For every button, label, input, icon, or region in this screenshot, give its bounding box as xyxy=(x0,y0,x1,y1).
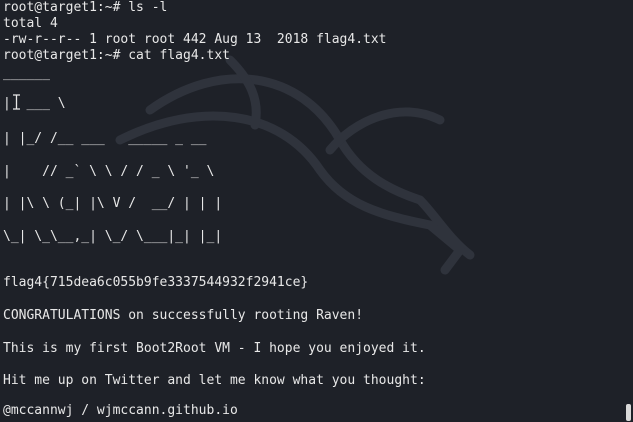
twitter-text: Hit me up on Twitter and let me know wha… xyxy=(3,373,426,388)
prompt-ls-command: root@target1:~# ls -l xyxy=(3,0,168,15)
ascii-art-line-1: ______ xyxy=(3,66,50,81)
ascii-art-line-5: | |\ \ (_| |\ V / __/ | | | xyxy=(3,196,223,211)
congratulations-text: CONGRATULATIONS on successfully rooting … xyxy=(3,308,364,323)
first-vm-text: This is my first Boot2Root VM - I hope y… xyxy=(3,341,426,356)
flag-text: flag4{715dea6c055b9fe3337544932f2941ce} xyxy=(3,275,309,290)
text-cursor-icon xyxy=(13,94,20,110)
ascii-art-line-4: | // _` \ \ / / _ \ '_ \ xyxy=(3,164,215,179)
contact-handle-text: @mccannwj / wjmccann.github.io xyxy=(3,403,238,418)
output-file-listing: -rw-r--r-- 1 root root 442 Aug 13 2018 f… xyxy=(3,32,387,47)
terminal-window[interactable]: root@target1:~# ls -l total 4 -rw-r--r--… xyxy=(0,0,633,422)
scrollbar-thumb[interactable] xyxy=(626,404,631,421)
prompt-cat-command: root@target1:~# cat flag4.txt xyxy=(3,48,230,63)
ascii-art-line-3: | |_/ /__ ___ _____ _ __ xyxy=(3,131,207,146)
output-total: total 4 xyxy=(3,16,58,31)
ascii-art-line-6: \_| \_\__,_| \_/ \___|_| |_| xyxy=(3,229,223,244)
